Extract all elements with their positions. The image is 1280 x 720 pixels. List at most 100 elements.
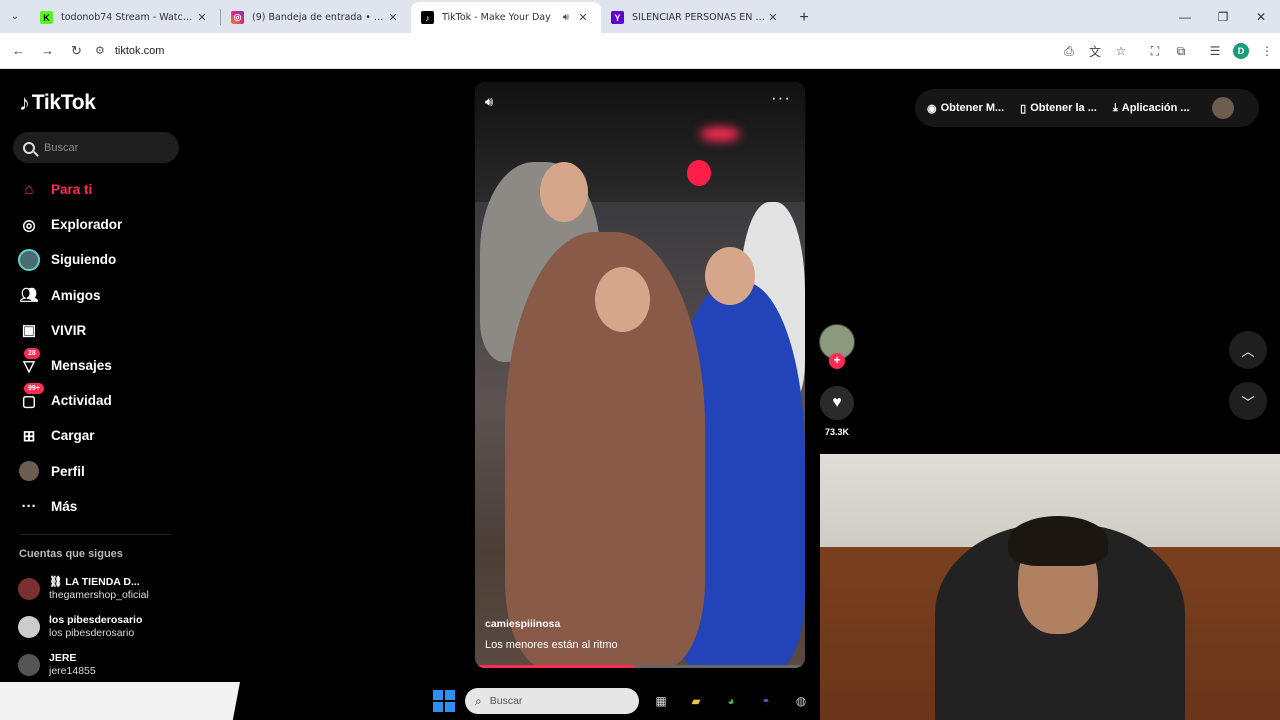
close-icon[interactable]: ✕	[385, 11, 401, 24]
video-caption: Los menores están al ritmo	[485, 639, 618, 651]
sidebar-item-label: Amigos	[51, 287, 101, 303]
tab-title: SILENCIAR PERSONAS EN KICK	[632, 12, 765, 23]
tab-search-button[interactable]: ⌄	[0, 0, 30, 33]
next-video-button[interactable]: ﹀	[1229, 382, 1267, 420]
sidebar-item-mas[interactable]: ··· Más	[17, 489, 187, 524]
top-actions-bar: ◉ Obtener M... ▯ Obtener la ... ⤓ Aplica…	[915, 89, 1259, 127]
sidebar-item-label: Perfil	[51, 463, 85, 479]
sidebar-item-perfil[interactable]: Perfil	[17, 454, 187, 489]
tiktok-logo[interactable]: ♪ TikTok	[19, 90, 96, 116]
live-icon: ▣	[21, 322, 37, 340]
tab-instagram[interactable]: ◎ (9) Bandeja de entrada • Chats ✕	[221, 2, 411, 33]
install-app-icon[interactable]: ⎙	[1056, 38, 1082, 64]
overlay-blank-region	[0, 682, 240, 720]
heart-icon[interactable]: ♥	[820, 386, 854, 420]
tab-yahoo[interactable]: Y SILENCIAR PERSONAS EN KICK ✕	[601, 2, 791, 33]
sidebar-item-siguiendo[interactable]: Siguiendo	[17, 242, 187, 277]
new-tab-button[interactable]: +	[791, 2, 817, 33]
chrome-icon[interactable]: ◕	[718, 688, 744, 714]
avatar	[18, 578, 40, 600]
friends-icon: 👥︎	[19, 287, 39, 305]
sidebar-divider	[19, 534, 171, 535]
video-username[interactable]: camiespiiinosa	[485, 618, 560, 630]
video-player[interactable]: 🔊︎ ··· camiespiiinosa Los menores están …	[475, 82, 805, 668]
close-icon[interactable]: ✕	[765, 11, 781, 24]
search-icon: ⌕	[475, 693, 482, 708]
site-settings-icon[interactable]: ⚙	[95, 44, 105, 57]
desktop-app-button[interactable]: ⤓ Aplicación ...	[1113, 102, 1190, 115]
close-icon[interactable]: ✕	[575, 11, 591, 24]
tab-kick[interactable]: K todonob74 Stream - Watch Live ✕	[30, 2, 220, 33]
chevron-down-icon: ﹀	[1241, 394, 1255, 410]
menu-kebab-icon[interactable]: ⋮	[1254, 38, 1280, 64]
avatar	[18, 654, 40, 676]
restore-icon[interactable]: ❐	[1204, 0, 1242, 33]
sidebar-item-explorador[interactable]: ◎ Explorador	[17, 207, 187, 242]
browser-toolbar: ← → ↻ ⚙ tiktok.com ⎙ 文 ☆ ⛶ ⧉ ☰ D ⋮	[0, 33, 1280, 69]
windows-taskbar: ⌕ Buscar ▦ ▰ ◕ ◓ ◍	[433, 686, 814, 716]
profile-avatar[interactable]: D	[1233, 43, 1249, 59]
minimize-icon[interactable]: —	[1166, 0, 1204, 33]
sidebar-item-vivir[interactable]: ▣ VIVIR	[17, 313, 187, 348]
yahoo-icon: Y	[611, 11, 624, 24]
sidebar-item-mensajes[interactable]: ▽ 28 Mensajes	[17, 347, 187, 383]
video-face	[540, 162, 588, 222]
tab-title: (9) Bandeja de entrada • Chats	[252, 12, 385, 23]
follow-plus-icon[interactable]: +	[829, 353, 845, 369]
window-controls: — ❐ ✕	[1166, 0, 1280, 33]
screen: ⌄ K todonob74 Stream - Watch Live ✕ ◎ (9…	[0, 0, 1280, 720]
profile-avatar[interactable]	[1211, 97, 1234, 119]
task-view-icon[interactable]: ▦	[648, 688, 674, 714]
sidebar-item-para-ti[interactable]: ⌂ Para ti	[17, 172, 187, 207]
sidebar-item-amigos[interactable]: 👥︎ Amigos	[17, 278, 187, 313]
more-options-icon[interactable]: ···	[771, 88, 791, 108]
following-account[interactable]: los pibesderosario los pibesderosario	[18, 608, 149, 646]
address-bar[interactable]: ⚙ tiktok.com	[95, 38, 1015, 64]
search-input[interactable]: Buscar	[13, 132, 179, 163]
following-account[interactable]: ⛓ LA TIENDA D... thegamershop_oficial	[18, 570, 149, 608]
close-window-icon[interactable]: ✕	[1242, 0, 1280, 33]
top-action-label: Aplicación ...	[1121, 102, 1190, 114]
sidebar-item-cargar[interactable]: ⊞ Cargar	[17, 418, 187, 453]
download-icon: ⤓	[1112, 101, 1118, 114]
following-title: Cuentas que sigues	[19, 548, 123, 560]
extensions-icon[interactable]: ⧉	[1168, 38, 1194, 64]
obs-icon[interactable]: ◍	[788, 688, 814, 714]
top-action-label: Obtener la ...	[1030, 102, 1097, 114]
windows-start-icon[interactable]	[433, 690, 455, 712]
phone-icon: ▯	[1020, 102, 1027, 115]
account-handle: jere14855	[49, 665, 96, 677]
forward-icon[interactable]: →	[33, 37, 62, 65]
discord-icon[interactable]: ◓	[753, 688, 779, 714]
volume-icon[interactable]: 🔊︎	[485, 94, 493, 110]
compass-icon: ◎	[22, 216, 36, 234]
reload-icon[interactable]: ↻	[62, 37, 91, 65]
back-icon[interactable]: ←	[4, 37, 33, 65]
stage-light	[700, 127, 740, 141]
following-account[interactable]: JERE jere14855	[18, 646, 149, 684]
account-name: ⛓ LA TIENDA D...	[49, 576, 140, 588]
previous-video-button[interactable]: ︿	[1229, 331, 1267, 369]
get-app-button[interactable]: ▯ Obtener la ...	[1020, 102, 1097, 115]
video-progress[interactable]	[475, 665, 805, 668]
tab-title: todonob74 Stream - Watch Live	[61, 12, 194, 23]
sidebar-item-label: Actividad	[51, 393, 112, 409]
messages-badge: 28	[24, 347, 40, 359]
tab-tiktok[interactable]: ♪ TikTok - Make Your Day 🔊︎ ✕	[411, 2, 601, 33]
file-explorer-icon[interactable]: ▰	[683, 688, 709, 714]
sidebar-item-actividad[interactable]: ▢ 99+ Actividad	[17, 382, 187, 418]
bookmark-star-icon[interactable]: ☆	[1108, 38, 1134, 64]
more-icon: ···	[21, 497, 37, 515]
search-icon	[23, 141, 35, 154]
get-coins-button[interactable]: ◉ Obtener M...	[927, 102, 1004, 115]
speaker-icon[interactable]: 🔊︎	[563, 12, 569, 23]
close-icon[interactable]: ✕	[194, 11, 210, 24]
url-text: tiktok.com	[114, 44, 165, 57]
like-count: 73.3K	[824, 427, 850, 437]
taskbar-search-input[interactable]: ⌕ Buscar	[465, 688, 639, 714]
screenshot-icon[interactable]: ⛶	[1142, 38, 1168, 64]
video-face	[595, 267, 650, 332]
translate-icon[interactable]: 文	[1082, 38, 1108, 64]
reading-list-icon[interactable]: ☰	[1202, 38, 1228, 64]
account-handle: los pibesderosario	[49, 627, 135, 639]
